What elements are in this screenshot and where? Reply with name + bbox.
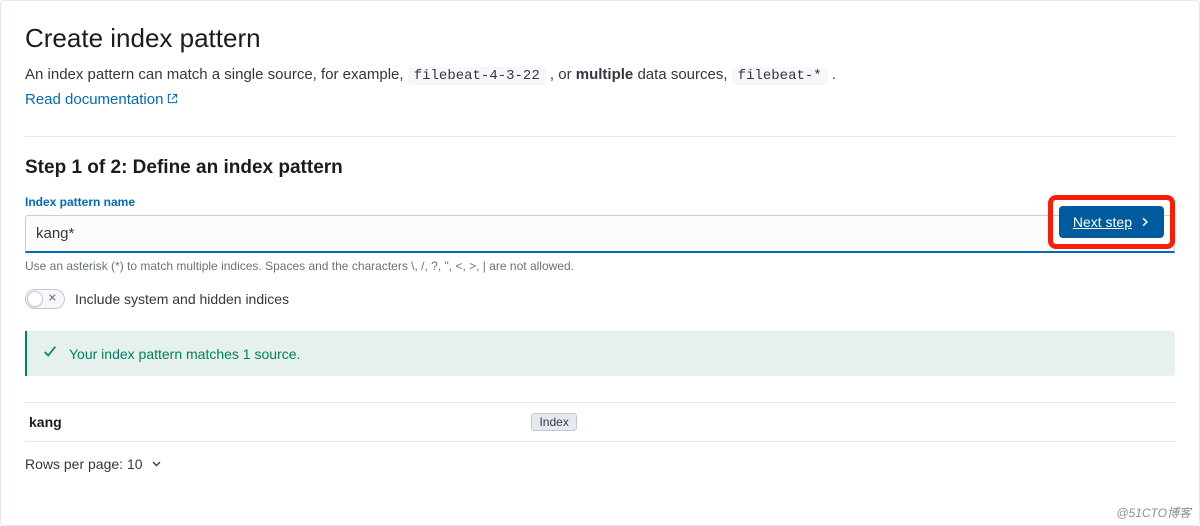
desc-after-bold: data sources, — [637, 66, 731, 83]
doc-link-label: Read documentation — [25, 91, 163, 108]
step-title: Step 1 of 2: Define an index pattern — [25, 157, 1175, 179]
check-icon — [43, 345, 57, 362]
next-step-label: Next step — [1073, 214, 1132, 230]
divider — [25, 136, 1175, 137]
index-pattern-name-input[interactable] — [25, 215, 1175, 253]
chevron-right-icon — [1140, 214, 1150, 230]
page-title: Create index pattern — [25, 23, 1175, 54]
source-type-cell: Index — [531, 413, 576, 431]
table-row: kang Index — [25, 402, 1175, 442]
close-icon: ✕ — [48, 294, 57, 305]
rows-per-page-selector[interactable]: Rows per page: 10 — [25, 456, 162, 472]
desc-suffix: . — [832, 66, 836, 83]
desc-prefix: An index pattern can match a single sour… — [25, 66, 408, 83]
code-example-multi: filebeat-* — [732, 67, 828, 85]
next-step-button[interactable]: Next step — [1059, 206, 1164, 238]
index-badge: Index — [531, 413, 576, 431]
index-pattern-name-label: Index pattern name — [25, 195, 1175, 209]
desc-middle: , or — [550, 66, 576, 83]
watermark: @51CTO博客 — [1116, 504, 1191, 521]
desc-bold: multiple — [576, 66, 634, 83]
sources-table: kang Index — [25, 402, 1175, 442]
description-text: An index pattern can match a single sour… — [25, 64, 1175, 87]
chevron-down-icon — [151, 456, 162, 472]
source-name: kang — [29, 414, 531, 430]
code-example-single: filebeat-4-3-22 — [408, 67, 546, 85]
pagination-label: Rows per page: 10 — [25, 456, 143, 472]
read-documentation-link[interactable]: Read documentation — [25, 91, 178, 108]
callout-text: Your index pattern matches 1 source. — [69, 346, 300, 362]
external-link-icon — [167, 91, 178, 108]
include-system-indices-toggle[interactable]: ✕ — [25, 289, 65, 309]
match-callout: Your index pattern matches 1 source. — [25, 331, 1175, 376]
toggle-knob — [27, 291, 43, 307]
help-text: Use an asterisk (*) to match multiple in… — [25, 259, 1175, 273]
next-step-highlight: Next step — [1048, 195, 1175, 249]
toggle-label: Include system and hidden indices — [75, 291, 289, 307]
